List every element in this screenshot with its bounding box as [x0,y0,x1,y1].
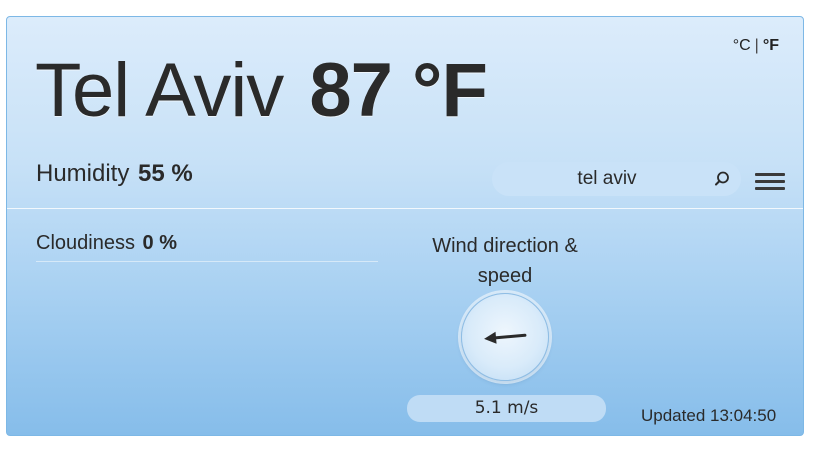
wind-arrow [484,331,527,344]
location-headline: Tel Aviv 87 °F [35,48,488,133]
menu-bar [755,173,785,176]
weather-widget: °C|°F Tel Aviv 87 °F Humidity 55 % Cloud… [6,16,804,436]
humidity-value: 55 % [138,160,193,187]
wind-speed: 5.1 m/s [407,395,606,422]
temperature-value: 87 °F [309,48,487,133]
cloudiness-value: 0 % [142,232,177,254]
menu-bar [755,187,785,190]
fahrenheit-toggle[interactable]: °F [763,37,779,54]
celsius-toggle[interactable]: °C [733,37,751,54]
wind-arrow-icon [484,331,527,344]
wind-label: Wind direction & speed [432,235,578,287]
cloudiness-label: Cloudiness [36,232,135,254]
cloudiness-readout: Cloudiness 0 % [36,232,378,262]
search-icon[interactable] [711,168,733,190]
city-search-input[interactable] [512,162,702,196]
hamburger-menu-icon[interactable] [755,173,785,191]
updated-timestamp: Updated 13:04:50 [641,406,777,425]
city-search [492,162,741,196]
unit-separator: | [754,37,759,54]
humidity-label: Humidity [36,160,130,187]
humidity-readout: Humidity 55 % [36,160,193,188]
wind-compass [461,293,549,381]
unit-toggle: °C | °F [733,37,779,55]
city-name: Tel Aviv [35,48,284,133]
menu-bar [755,180,785,183]
section-divider [7,208,803,209]
